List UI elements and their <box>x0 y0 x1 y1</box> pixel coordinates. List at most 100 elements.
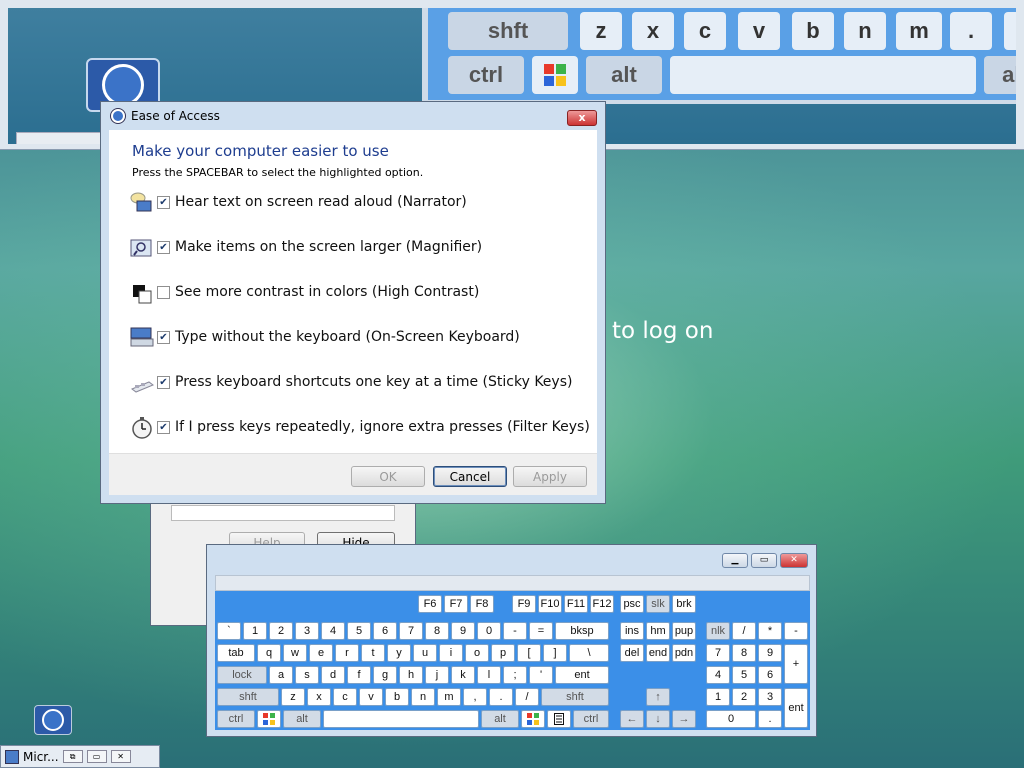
key[interactable]: 2 <box>732 688 756 706</box>
key[interactable]: 3 <box>295 622 319 640</box>
option-on-screen-keyboard[interactable]: ✔ Type without the keyboard (On-Screen K… <box>129 322 520 352</box>
key[interactable]: 2 <box>269 622 293 640</box>
key[interactable]: ins <box>620 622 644 640</box>
key[interactable]: ' <box>529 666 553 684</box>
menu-key[interactable] <box>547 710 571 728</box>
tab-key[interactable]: tab <box>217 644 255 662</box>
key[interactable]: nlk <box>706 622 730 640</box>
shift-key[interactable]: shft <box>217 688 279 706</box>
key[interactable]: 7 <box>399 622 423 640</box>
key[interactable]: 1 <box>706 688 730 706</box>
key[interactable]: 7 <box>706 644 730 662</box>
key[interactable]: v <box>359 688 383 706</box>
arrow-down-key[interactable]: ↓ <box>646 710 670 728</box>
maximize-button[interactable]: ▭ <box>751 553 777 568</box>
option-magnifier[interactable]: ✔ Make items on the screen larger (Magni… <box>129 232 482 262</box>
key[interactable]: j <box>425 666 449 684</box>
minimize-button[interactable]: ▁ <box>722 553 748 568</box>
key[interactable]: 0 <box>706 710 756 728</box>
key[interactable]: r <box>335 644 359 662</box>
key[interactable]: m <box>437 688 461 706</box>
key[interactable]: o <box>465 644 489 662</box>
key[interactable]: slk <box>646 595 670 613</box>
key[interactable]: a <box>269 666 293 684</box>
key[interactable]: [ <box>517 644 541 662</box>
arrow-right-key[interactable]: → <box>672 710 696 728</box>
arrow-left-key[interactable]: ← <box>620 710 644 728</box>
sticky-keys-checkbox[interactable]: ✔ <box>157 375 170 389</box>
key[interactable]: b <box>385 688 409 706</box>
filter-keys-checkbox[interactable]: ✔ <box>157 420 170 434</box>
key[interactable]: w <box>283 644 307 662</box>
ease-of-access-button[interactable] <box>34 705 72 735</box>
key[interactable]: ` <box>217 622 241 640</box>
option-filter-keys[interactable]: ✔ If I press keys repeatedly, ignore ext… <box>129 412 590 442</box>
key[interactable]: = <box>529 622 553 640</box>
key[interactable]: F6 <box>418 595 442 613</box>
key[interactable]: F12 <box>590 595 614 613</box>
option-narrator[interactable]: ✔ Hear text on screen read aloud (Narrat… <box>129 187 467 217</box>
key[interactable]: 9 <box>758 644 782 662</box>
maximize-button[interactable]: ▭ <box>86 750 107 763</box>
key[interactable]: F7 <box>444 595 468 613</box>
key[interactable]: hm <box>646 622 670 640</box>
backspace-key[interactable]: bksp <box>555 622 609 640</box>
key[interactable]: 5 <box>347 622 371 640</box>
key[interactable]: end <box>646 644 670 662</box>
key[interactable]: ; <box>503 666 527 684</box>
key[interactable]: 8 <box>425 622 449 640</box>
shift-key-right[interactable]: shft <box>541 688 609 706</box>
alt-key-right[interactable]: alt <box>481 710 519 728</box>
key[interactable]: d <box>321 666 345 684</box>
key[interactable]: 6 <box>758 666 782 684</box>
space-key[interactable] <box>323 710 479 728</box>
key[interactable]: / <box>515 688 539 706</box>
key[interactable]: s <box>295 666 319 684</box>
key[interactable]: 1 <box>243 622 267 640</box>
numpad-enter-key[interactable]: ent <box>784 688 808 728</box>
key[interactable]: - <box>503 622 527 640</box>
key[interactable]: F9 <box>512 595 536 613</box>
on-screen-keyboard-checkbox[interactable]: ✔ <box>157 330 170 344</box>
key[interactable]: F11 <box>564 595 588 613</box>
key[interactable]: 9 <box>451 622 475 640</box>
key[interactable]: del <box>620 644 644 662</box>
magnifier-checkbox[interactable]: ✔ <box>157 240 170 254</box>
key[interactable]: F8 <box>470 595 494 613</box>
key[interactable]: y <box>387 644 411 662</box>
key[interactable]: t <box>361 644 385 662</box>
high-contrast-checkbox[interactable] <box>157 285 170 299</box>
windows-key-right[interactable] <box>521 710 545 728</box>
key[interactable]: l <box>477 666 501 684</box>
windows-key[interactable] <box>257 710 281 728</box>
option-sticky-keys[interactable]: ✔ Press keyboard shortcuts one key at a … <box>129 367 572 397</box>
key[interactable]: 5 <box>732 666 756 684</box>
close-button[interactable]: ✕ <box>780 553 808 568</box>
key[interactable]: q <box>257 644 281 662</box>
arrow-up-key[interactable]: ↑ <box>646 688 670 706</box>
apply-button[interactable]: Apply <box>513 466 587 487</box>
narrator-checkbox[interactable]: ✔ <box>157 195 170 209</box>
key[interactable]: / <box>732 622 756 640</box>
key[interactable]: e <box>309 644 333 662</box>
key[interactable]: c <box>333 688 357 706</box>
key[interactable]: . <box>758 710 782 728</box>
key[interactable]: 0 <box>477 622 501 640</box>
key[interactable]: k <box>451 666 475 684</box>
key[interactable]: . <box>489 688 513 706</box>
restore-button[interactable]: ⧉ <box>62 750 83 763</box>
key[interactable]: f <box>347 666 371 684</box>
cancel-button[interactable]: Cancel <box>433 466 507 487</box>
key[interactable]: * <box>758 622 782 640</box>
enter-key[interactable]: ent <box>555 666 609 684</box>
key[interactable]: 3 <box>758 688 782 706</box>
key[interactable]: F10 <box>538 595 562 613</box>
key[interactable]: 4 <box>321 622 345 640</box>
key[interactable]: i <box>439 644 463 662</box>
key[interactable]: p <box>491 644 515 662</box>
key[interactable]: pdn <box>672 644 696 662</box>
close-button[interactable]: x <box>567 110 597 126</box>
key[interactable]: + <box>784 644 808 684</box>
key[interactable]: ] <box>543 644 567 662</box>
key[interactable]: 6 <box>373 622 397 640</box>
